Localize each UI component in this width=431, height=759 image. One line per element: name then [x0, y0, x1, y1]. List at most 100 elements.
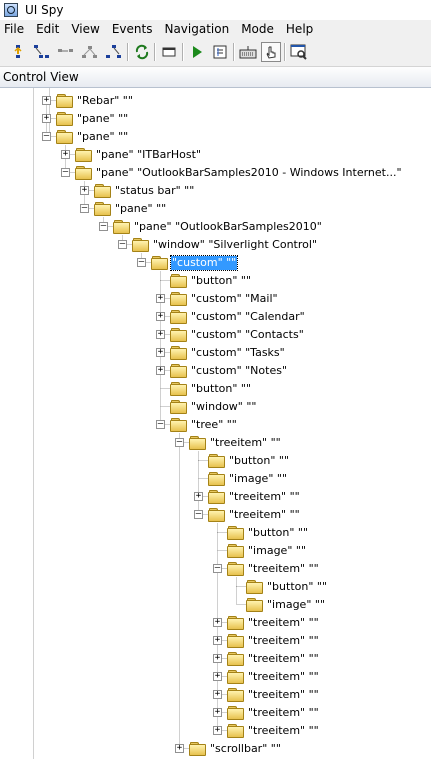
highlight-button[interactable] [210, 42, 230, 62]
expand-icon[interactable]: + [213, 690, 222, 699]
tree-node-label[interactable]: "pane" "OutlookBarSamples2010 - Windows … [95, 166, 403, 180]
tree-node[interactable]: "button" "" [170, 272, 252, 289]
tree-node-label[interactable]: "treeitem" "" [247, 616, 320, 630]
tree-node[interactable]: – "treeitem" "" [194, 506, 301, 523]
tree-node-label[interactable]: "status bar" "" [114, 184, 195, 198]
tree-node[interactable]: – "treeitem" "" [175, 434, 282, 451]
tree-node-label[interactable]: "custom" "Tasks" [190, 346, 286, 360]
tree-node-label[interactable]: "window" "" [190, 400, 257, 414]
collapse-icon[interactable]: – [137, 258, 146, 267]
tree-node[interactable]: + "custom" "Mail" [156, 290, 279, 307]
tree-node[interactable]: "image" "" [208, 470, 288, 487]
tree-node-label[interactable]: "custom" "Notes" [190, 364, 288, 378]
tree-node-label[interactable]: "Rebar" "" [76, 94, 134, 108]
expand-icon[interactable]: + [156, 330, 165, 339]
tree-node[interactable]: – "pane" "" [42, 128, 129, 145]
tree-node[interactable]: "image" "" [246, 596, 326, 613]
expand-icon[interactable]: + [156, 366, 165, 375]
expand-icon[interactable]: + [61, 150, 70, 159]
expand-icon[interactable]: + [156, 348, 165, 357]
tree-node[interactable]: + "treeitem" "" [213, 632, 320, 649]
tree-node[interactable]: + "treeitem" "" [213, 650, 320, 667]
expand-icon[interactable]: + [213, 726, 222, 735]
expand-icon[interactable]: + [194, 492, 203, 501]
tree-node-label[interactable]: "button" "" [228, 454, 290, 468]
tree-node-label[interactable]: "pane" "" [76, 112, 129, 126]
collapse-icon[interactable]: – [213, 564, 222, 573]
expand-icon[interactable]: + [175, 744, 184, 753]
tree-node[interactable]: + "custom" "Tasks" [156, 344, 286, 361]
tree-node[interactable]: + "scrollbar" "" [175, 740, 282, 757]
collapse-icon[interactable]: – [194, 510, 203, 519]
expand-icon[interactable]: + [42, 114, 51, 123]
tree-node-label[interactable]: "button" "" [190, 382, 252, 396]
expand-icon[interactable]: + [80, 186, 89, 195]
menu-view[interactable]: View [65, 20, 105, 39]
menu-file[interactable]: File [0, 20, 30, 39]
tree-node[interactable]: + "treeitem" "" [213, 686, 320, 703]
collapse-icon[interactable]: – [42, 132, 51, 141]
tree-node-label[interactable]: "tree" "" [190, 418, 238, 432]
tree-node[interactable]: – "tree" "" [156, 416, 238, 433]
collapse-icon[interactable]: – [118, 240, 127, 249]
tree-node-label[interactable]: "pane" "ITBarHost" [95, 148, 202, 162]
collapse-icon[interactable]: – [61, 168, 70, 177]
expand-icon[interactable]: + [213, 672, 222, 681]
keyboard-button[interactable] [238, 42, 258, 62]
menu-navigation[interactable]: Navigation [158, 20, 235, 39]
collapse-icon[interactable]: – [80, 204, 89, 213]
tree-node[interactable]: – "pane" "OutlookBarSamples2010 - Windows… [61, 164, 403, 181]
navigate-parent-button[interactable] [8, 42, 28, 62]
tree-node[interactable]: + "treeitem" "" [213, 668, 320, 685]
tree-node[interactable]: "button" "" [227, 524, 309, 541]
tree-node[interactable]: – "window" "Silverlight Control" [118, 236, 318, 253]
tree-node[interactable]: "window" "" [170, 398, 257, 415]
control-tree[interactable]: + "Rebar" "" + "pane" "" – "pane" "" + "pane" "… [0, 88, 431, 759]
tree-node-label[interactable]: "treeitem" "" [228, 490, 301, 504]
expand-icon[interactable]: + [156, 312, 165, 321]
tree-node-label[interactable]: "custom" "Contacts" [190, 328, 305, 342]
tree-node[interactable]: + "custom" "Notes" [156, 362, 288, 379]
expand-icon[interactable]: + [213, 636, 222, 645]
tree-node-label[interactable]: "treeitem" "" [247, 652, 320, 666]
tree-node-label[interactable]: "treeitem" "" [247, 724, 320, 738]
tree-node[interactable]: + "custom" "Calendar" [156, 308, 306, 325]
tree-node-label[interactable]: "pane" "OutlookBarSamples2010" [133, 220, 323, 234]
tree-node-label[interactable]: "window" "Silverlight Control" [152, 238, 318, 252]
tree-node-label[interactable]: "treeitem" "" [228, 508, 301, 522]
tree-node-label[interactable]: "pane" "" [76, 130, 129, 144]
tree-node-label[interactable]: "treeitem" "" [247, 706, 320, 720]
tree-node[interactable]: "button" "" [246, 578, 328, 595]
tree-node[interactable]: + "pane" "" [42, 110, 129, 127]
tree-node[interactable]: + "status bar" "" [80, 182, 195, 199]
navigate-next-sibling-button[interactable] [56, 42, 76, 62]
expand-icon[interactable]: + [42, 96, 51, 105]
tree-node-label[interactable]: "button" "" [247, 526, 309, 540]
tree-node-label[interactable]: "button" "" [266, 580, 328, 594]
tree-node-label[interactable]: "treeitem" "" [209, 436, 282, 450]
tree-node-label[interactable]: "treeitem" "" [247, 562, 320, 576]
menu-mode[interactable]: Mode [235, 20, 280, 39]
tree-node-label[interactable]: "button" "" [190, 274, 252, 288]
tree-node[interactable]: – "custom" "" [137, 254, 239, 271]
collapse-icon[interactable]: – [175, 438, 184, 447]
tree-node[interactable]: + "treeitem" "" [194, 488, 301, 505]
tree-node-label[interactable]: "pane" "" [114, 202, 167, 216]
tree-node[interactable]: "button" "" [208, 452, 290, 469]
tree-node-label[interactable]: "treeitem" "" [247, 634, 320, 648]
tree-node[interactable]: + "treeitem" "" [213, 704, 320, 721]
tree-node-label[interactable]: "scrollbar" "" [209, 742, 282, 756]
tree-node-label[interactable]: "treeitem" "" [247, 670, 320, 684]
tree-node-label[interactable]: "custom" "Calendar" [190, 310, 306, 324]
refresh-button[interactable] [132, 42, 152, 62]
play-button[interactable] [187, 42, 207, 62]
navigate-first-child-button[interactable] [32, 42, 52, 62]
tree-node[interactable]: "button" "" [170, 380, 252, 397]
tree-node[interactable]: + "pane" "ITBarHost" [61, 146, 202, 163]
tree-node-label-selected[interactable]: "custom" "" [169, 254, 239, 271]
tree-node-label[interactable]: "image" "" [266, 598, 326, 612]
focus-tracking-button[interactable] [159, 42, 179, 62]
tree-node-label[interactable]: "image" "" [247, 544, 307, 558]
navigate-previous-sibling-button[interactable] [80, 42, 100, 62]
collapse-icon[interactable]: – [156, 420, 165, 429]
